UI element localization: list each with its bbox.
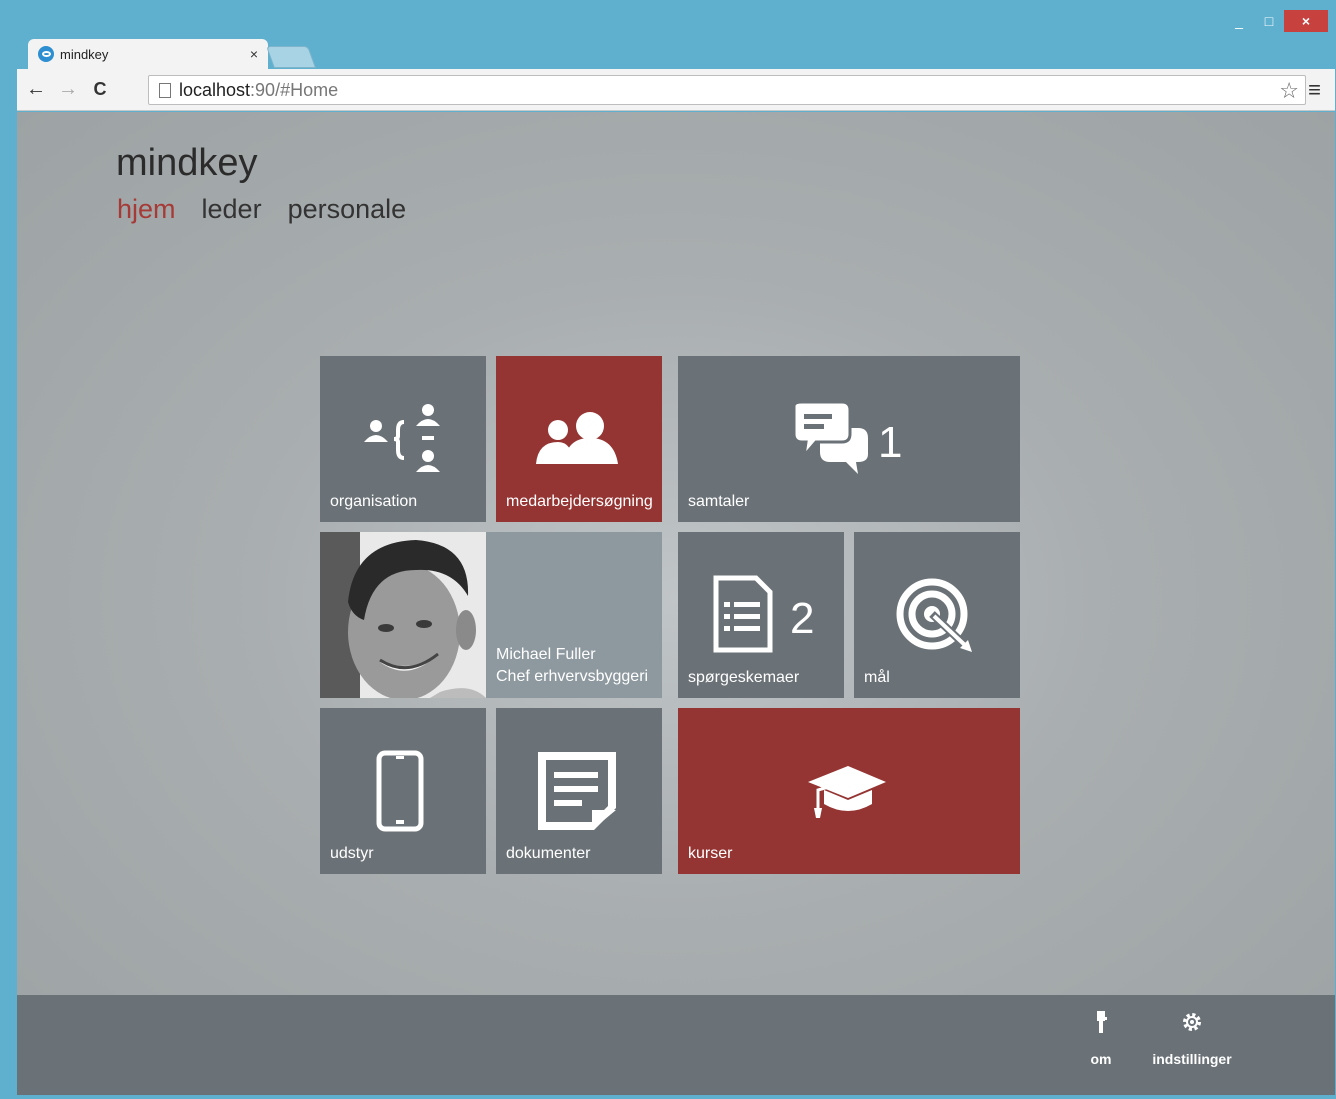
samtaler-count: 1 [878,418,903,467]
settings-button[interactable]: indstillinger [1147,1011,1237,1069]
tile-kurser[interactable]: kurser [678,708,1020,874]
profile-title: Chef erhvervsbyggeri [496,668,649,685]
phone-icon [376,750,424,832]
maximize-button[interactable]: □ [1254,10,1284,32]
tile-medarbejdersogning[interactable]: medarbejdersøgning [496,356,662,522]
target-icon [896,578,972,652]
app-brand: mindkey [116,142,258,184]
profile-tile[interactable]: Michael Fuller Chef erhvervsbyggeri [486,532,662,698]
browser-toolbar: ← → C localhost:90/#Home ☆ ≡ [17,69,1335,111]
org-chart-icon [364,404,440,472]
address-bar[interactable]: localhost:90/#Home ☆ [148,75,1306,105]
tile-label: spørgeskemaer [688,669,800,686]
new-tab-button[interactable] [265,46,317,68]
tile-label: dokumenter [506,845,591,862]
nav-item-hjem[interactable]: hjem [117,194,176,225]
profile-info: Michael Fuller Chef erhvervsbyggeri [496,644,648,688]
url-path: :90/#Home [250,79,339,100]
close-window-button[interactable]: × [1284,10,1328,32]
profile-name: Michael Fuller [496,646,596,663]
page-icon [159,82,171,98]
tile-label: organisation [330,493,418,510]
graduation-cap-icon [808,766,886,818]
tile-dokumenter[interactable]: dokumenter [496,708,662,874]
info-icon [1081,1011,1121,1039]
tile-maal[interactable]: mål [854,532,1020,698]
tile-label: mål [864,669,890,686]
app-page: mindkey hjem leder personale organisatio… [17,112,1335,995]
url-host: localhost [179,79,251,100]
tile-label: kurser [688,845,733,862]
back-button[interactable]: ← [23,78,49,101]
settings-label: indstillinger [1152,1051,1232,1067]
tile-label: samtaler [688,493,750,510]
profile-photo [320,532,486,698]
about-label: om [1090,1051,1112,1067]
bookmark-star-icon[interactable]: ☆ [1279,78,1299,104]
sporgeskemaer-count: 2 [790,594,815,643]
nav-item-personale[interactable]: personale [288,194,407,225]
browser-menu-button[interactable]: ≡ [1308,77,1321,103]
tile-sporgeskemaer[interactable]: 2 spørgeskemaer [678,532,844,698]
people-icon [536,412,618,464]
window-controls: _ □ × [1224,10,1328,32]
tab-title: mindkey [60,46,109,62]
avatar [320,532,486,698]
note-icon [538,752,616,830]
tab-close-button[interactable]: × [250,46,258,62]
gear-icon [1147,1011,1237,1039]
app-bar: om indstillinger [17,995,1335,1095]
tile-label: udstyr [330,845,374,862]
chat-bubbles-icon [792,402,868,474]
main-navigation: hjem leder personale [117,194,406,225]
browser-tab[interactable]: mindkey × [28,39,268,69]
tile-samtaler[interactable]: 1 samtaler [678,356,1020,522]
tile-label: medarbejdersøgning [506,493,653,510]
forward-button[interactable]: → [55,78,81,101]
document-list-icon [713,575,773,653]
reload-button[interactable]: C [87,79,113,100]
minimize-button[interactable]: _ [1224,10,1254,32]
nav-item-leder[interactable]: leder [202,194,262,225]
about-button[interactable]: om [1081,1011,1121,1069]
browser-window: _ □ × mindkey × ← → C localhost:90/#Home… [0,0,1336,1099]
tile-organisation[interactable]: organisation [320,356,486,522]
favicon-icon [38,46,54,62]
tile-udstyr[interactable]: udstyr [320,708,486,874]
